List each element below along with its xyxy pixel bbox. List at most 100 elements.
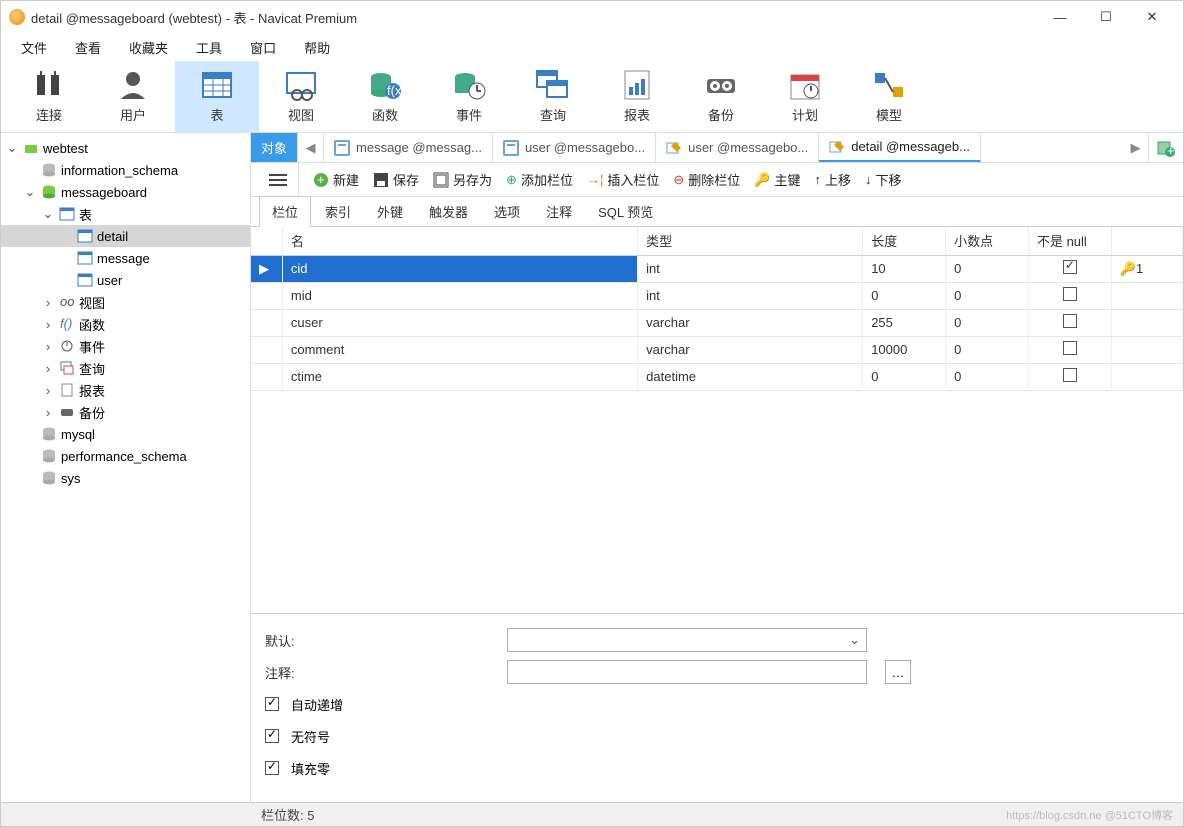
- tree-item[interactable]: ›备份: [1, 401, 250, 423]
- tool-connect[interactable]: 连接: [7, 61, 91, 132]
- saveas-button[interactable]: 另存为: [433, 170, 492, 189]
- chevron-icon[interactable]: ⌄: [23, 184, 37, 200]
- editor-tab[interactable]: message @messag...: [324, 133, 493, 162]
- chevron-icon[interactable]: ⌄: [5, 140, 19, 156]
- col-decimals[interactable]: 小数点: [946, 227, 1029, 255]
- move-down-button[interactable]: ↓下移: [865, 170, 902, 189]
- table-icon: [59, 206, 75, 222]
- col-type[interactable]: 类型: [638, 227, 863, 255]
- delete-field-button[interactable]: ⊖删除栏位: [673, 170, 740, 189]
- tool-function[interactable]: f(x)函数: [343, 61, 427, 132]
- unsigned-checkbox[interactable]: [265, 729, 279, 743]
- notnull-checkbox[interactable]: [1063, 287, 1077, 301]
- default-select[interactable]: ⌄: [507, 628, 867, 652]
- tool-report[interactable]: 报表: [595, 61, 679, 132]
- tool-backup[interactable]: 备份: [679, 61, 763, 132]
- editor-tab[interactable]: detail @messageb...: [819, 133, 981, 162]
- subtab[interactable]: 外键: [365, 197, 415, 226]
- add-field-button[interactable]: ⊕添加栏位: [506, 170, 573, 189]
- notnull-checkbox[interactable]: [1063, 314, 1077, 328]
- tool-table[interactable]: 表: [175, 61, 259, 132]
- insert-field-button[interactable]: →¦插入栏位: [587, 170, 659, 189]
- col-key[interactable]: [1111, 227, 1182, 255]
- tool-plan[interactable]: 计划: [763, 61, 847, 132]
- chevron-icon[interactable]: ›: [41, 383, 55, 398]
- tree-item[interactable]: user: [1, 269, 250, 291]
- fields-grid-scroll[interactable]: 名 类型 长度 小数点 不是 null ▶ cid int 10 0 🔑1 mi…: [251, 227, 1183, 613]
- tab-add-icon[interactable]: +: [1149, 133, 1183, 162]
- editor-tab[interactable]: user @messagebo...: [493, 133, 656, 162]
- tab-scroll-right[interactable]: ▶: [1123, 133, 1149, 162]
- col-notnull[interactable]: 不是 null: [1028, 227, 1111, 255]
- tree-item[interactable]: ›查询: [1, 357, 250, 379]
- tree-item[interactable]: detail: [1, 225, 250, 247]
- tree-item[interactable]: message: [1, 247, 250, 269]
- menu-fav[interactable]: 收藏夹: [115, 34, 182, 61]
- conn-icon: [23, 140, 39, 156]
- col-name[interactable]: 名: [282, 227, 637, 255]
- subtab[interactable]: 选项: [482, 197, 532, 226]
- zerofill-checkbox[interactable]: [265, 761, 279, 775]
- notnull-checkbox[interactable]: [1063, 341, 1077, 355]
- connection-tree[interactable]: ⌄webtestinformation_schema⌄messageboard⌄…: [1, 133, 251, 802]
- chevron-icon[interactable]: ›: [41, 361, 55, 376]
- tool-user[interactable]: 用户: [91, 61, 175, 132]
- chevron-icon[interactable]: ›: [41, 339, 55, 354]
- menu-icon[interactable]: [257, 163, 299, 196]
- tree-item[interactable]: ⌄表: [1, 203, 250, 225]
- col-length[interactable]: 长度: [863, 227, 946, 255]
- table-row[interactable]: cuser varchar 255 0: [251, 309, 1183, 336]
- tree-item[interactable]: ⌄messageboard: [1, 181, 250, 203]
- subtab[interactable]: 触发器: [417, 197, 480, 226]
- tab-object[interactable]: 对象: [251, 133, 298, 162]
- subtab[interactable]: SQL 预览: [586, 197, 665, 226]
- db-icon: [41, 470, 57, 486]
- table-row[interactable]: comment varchar 10000 0: [251, 336, 1183, 363]
- subtab[interactable]: 栏位: [259, 196, 311, 227]
- tool-model[interactable]: 模型: [847, 61, 931, 132]
- tree-item[interactable]: ›事件: [1, 335, 250, 357]
- tree-item[interactable]: mysql: [1, 423, 250, 445]
- menu-help[interactable]: 帮助: [290, 34, 344, 61]
- close-button[interactable]: ✕: [1129, 1, 1175, 33]
- tree-item[interactable]: information_schema: [1, 159, 250, 181]
- minimize-button[interactable]: —: [1037, 1, 1083, 33]
- save-button[interactable]: 保存: [373, 170, 419, 189]
- autoinc-checkbox[interactable]: [265, 697, 279, 711]
- tree-item[interactable]: ›f()函数: [1, 313, 250, 335]
- action-bar: +新建 保存 另存为 ⊕添加栏位 →¦插入栏位 ⊖删除栏位 🔑主键 ↑上移 ↓下…: [251, 163, 1183, 197]
- tool-query[interactable]: 查询: [511, 61, 595, 132]
- tree-item[interactable]: ›oo视图: [1, 291, 250, 313]
- menu-window[interactable]: 窗口: [236, 34, 290, 61]
- menu-file[interactable]: 文件: [7, 34, 61, 61]
- chevron-icon[interactable]: ⌄: [41, 206, 55, 222]
- table-row[interactable]: ▶ cid int 10 0 🔑1: [251, 255, 1183, 282]
- maximize-button[interactable]: ☐: [1083, 1, 1129, 33]
- primary-key-button[interactable]: 🔑主键: [754, 170, 800, 189]
- table-icon: [334, 140, 350, 156]
- comment-more-button[interactable]: …: [885, 660, 911, 684]
- move-up-button[interactable]: ↑上移: [815, 170, 852, 189]
- tree-item[interactable]: sys: [1, 467, 250, 489]
- tree-item[interactable]: ›报表: [1, 379, 250, 401]
- tool-event[interactable]: 事件: [427, 61, 511, 132]
- notnull-checkbox[interactable]: [1063, 260, 1077, 274]
- table-row[interactable]: ctime datetime 0 0: [251, 363, 1183, 390]
- menu-view[interactable]: 查看: [61, 34, 115, 61]
- new-button[interactable]: +新建: [313, 170, 359, 189]
- tab-scroll-left[interactable]: ◀: [298, 133, 324, 162]
- tree-item[interactable]: ⌄webtest: [1, 137, 250, 159]
- tool-view[interactable]: 视图: [259, 61, 343, 132]
- table-row[interactable]: mid int 0 0: [251, 282, 1183, 309]
- editor-tab[interactable]: user @messagebo...: [656, 133, 819, 162]
- chevron-icon[interactable]: ›: [41, 405, 55, 420]
- subtab[interactable]: 注释: [534, 197, 584, 226]
- tree-item[interactable]: performance_schema: [1, 445, 250, 467]
- svg-text:+: +: [1167, 143, 1175, 157]
- notnull-checkbox[interactable]: [1063, 368, 1077, 382]
- comment-input[interactable]: [507, 660, 867, 684]
- subtab[interactable]: 索引: [313, 197, 363, 226]
- menu-tools[interactable]: 工具: [182, 34, 236, 61]
- chevron-icon[interactable]: ›: [41, 317, 55, 332]
- chevron-icon[interactable]: ›: [41, 295, 55, 310]
